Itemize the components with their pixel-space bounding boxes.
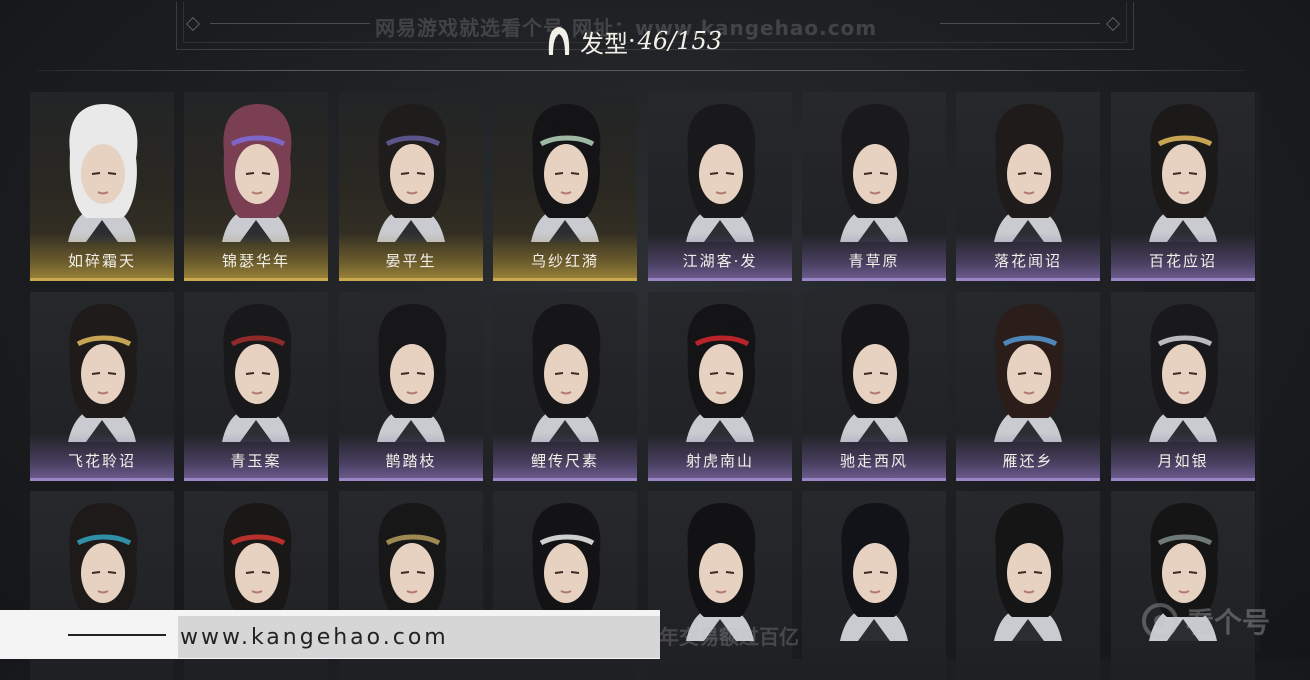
hairstyle-name: 雁还乡 xyxy=(956,433,1100,481)
hairstyle-card[interactable] xyxy=(1111,491,1255,680)
watermark-logo: 看个号 xyxy=(1140,596,1310,646)
hairstyle-name: 射虎南山 xyxy=(648,433,792,481)
hairstyle-portrait xyxy=(222,304,292,442)
hairstyle-card[interactable]: 青草原 xyxy=(802,92,946,281)
page-title: 发型 · 46/153 xyxy=(546,24,722,58)
scroll-track[interactable] xyxy=(1256,92,1260,652)
top-ornament-left xyxy=(170,16,370,32)
hairstyle-portrait xyxy=(686,104,756,242)
hairstyle-portrait xyxy=(994,304,1064,442)
hairstyle-portrait xyxy=(686,304,756,442)
hairstyle-name: 驰走西风 xyxy=(802,433,946,481)
hairstyle-name: 青玉案 xyxy=(184,433,328,481)
hairstyle-name: 青草原 xyxy=(802,233,946,281)
hairstyle-portrait xyxy=(994,104,1064,242)
logo-text: 看个号 xyxy=(1186,606,1271,639)
hairstyle-portrait xyxy=(377,104,447,242)
hairstyle-name: 百花应诏 xyxy=(1111,233,1255,281)
title-separator: · xyxy=(628,27,636,55)
hairstyle-name: 鲤传尺素 xyxy=(493,433,637,481)
banner-rule xyxy=(68,634,166,636)
hairstyle-card[interactable] xyxy=(648,491,792,680)
hairstyle-portrait xyxy=(1149,104,1219,242)
hairstyle-portrait xyxy=(686,503,756,641)
hair-icon xyxy=(548,27,570,55)
hairstyle-card[interactable]: 鹊踏枝 xyxy=(339,292,483,481)
hairstyle-card[interactable]: 雁还乡 xyxy=(956,292,1100,481)
hairstyle-card[interactable]: 如碎霜天 xyxy=(30,92,174,281)
site-banner: www.kangehao.com xyxy=(0,610,660,659)
hairstyle-card[interactable]: 江湖客·发 xyxy=(648,92,792,281)
hairstyle-card[interactable]: 飞花聆诏 xyxy=(30,292,174,481)
hairstyle-portrait xyxy=(994,503,1064,641)
hairstyle-card[interactable]: 乌纱红漪 xyxy=(493,92,637,281)
hairstyle-portrait xyxy=(68,304,138,442)
hairstyle-card[interactable] xyxy=(956,491,1100,680)
hairstyle-card[interactable]: 晏平生 xyxy=(339,92,483,281)
hairstyle-portrait xyxy=(68,104,138,242)
hairstyle-portrait xyxy=(531,104,601,242)
hairstyle-name: 如碎霜天 xyxy=(30,233,174,281)
site-url[interactable]: www.kangehao.com xyxy=(178,616,660,658)
hairstyle-portrait xyxy=(840,304,910,442)
hairstyle-card[interactable]: 鲤传尺素 xyxy=(493,292,637,481)
hairstyle-card[interactable] xyxy=(802,491,946,680)
hairstyle-card[interactable]: 青玉案 xyxy=(184,292,328,481)
hairstyle-card[interactable]: 月如银 xyxy=(1111,292,1255,481)
hairstyle-portrait xyxy=(531,304,601,442)
hairstyle-portrait xyxy=(840,104,910,242)
hairstyle-name: 锦瑟华年 xyxy=(184,233,328,281)
hairstyle-portrait xyxy=(222,104,292,242)
hairstyle-portrait xyxy=(1149,304,1219,442)
hairstyle-portrait xyxy=(840,503,910,641)
header-divider xyxy=(38,70,1244,71)
title-label: 发型 xyxy=(580,29,628,58)
hairstyle-card[interactable]: 锦瑟华年 xyxy=(184,92,328,281)
hairstyle-name: 月如银 xyxy=(1111,433,1255,481)
logo-icon xyxy=(1142,603,1178,639)
hairstyle-card[interactable]: 驰走西风 xyxy=(802,292,946,481)
hairstyle-name: 飞花聆诏 xyxy=(30,433,174,481)
hairstyle-card[interactable]: 百花应诏 xyxy=(1111,92,1255,281)
hairstyle-name: 落花闻诏 xyxy=(956,233,1100,281)
hairstyle-name: 晏平生 xyxy=(339,233,483,281)
hairstyle-card[interactable]: 落花闻诏 xyxy=(956,92,1100,281)
hairstyle-count: 46/153 xyxy=(637,27,723,55)
hairstyle-name: 鹊踏枝 xyxy=(339,433,483,481)
top-ornament-right xyxy=(940,16,1140,32)
hairstyle-name: 江湖客·发 xyxy=(648,233,792,281)
hairstyle-card[interactable]: 射虎南山 xyxy=(648,292,792,481)
hairstyle-portrait xyxy=(377,304,447,442)
hairstyle-name: 乌纱红漪 xyxy=(493,233,637,281)
